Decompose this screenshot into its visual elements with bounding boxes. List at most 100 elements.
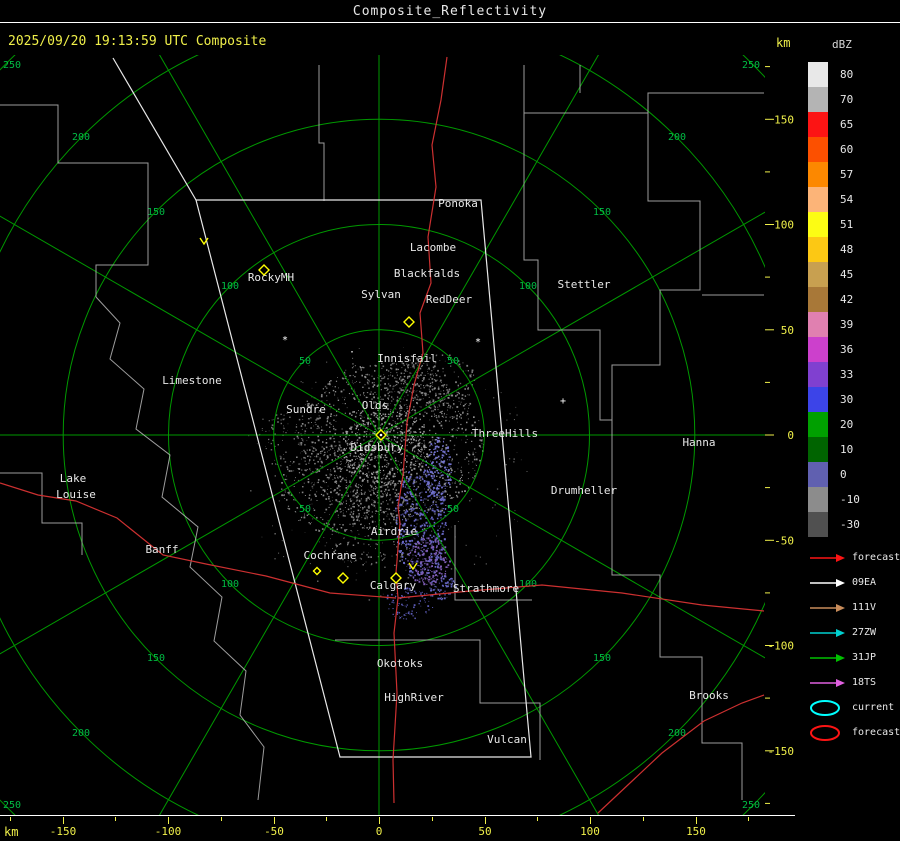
dbz-band-label: 48 (840, 243, 854, 256)
city-label-sundre: Sundre (286, 403, 326, 416)
svg-text:50: 50 (299, 356, 311, 367)
dbz-band-row: -30 (808, 512, 860, 537)
radar-map-area[interactable]: 50 50 50 50 100 100 100 100 150 150 150 150 200 200 20… (0, 55, 800, 815)
dbz-band-swatch (808, 87, 828, 112)
dbz-band-swatch (808, 262, 828, 287)
dbz-band-swatch (808, 312, 828, 337)
svg-text:-100: -100 (768, 640, 795, 653)
bottom-axis-label: -150 (49, 825, 77, 838)
dbz-band-row: 20 (808, 412, 860, 437)
dbz-band-label: 54 (840, 193, 854, 206)
svg-text:250: 250 (3, 60, 21, 71)
dbz-band-label: 45 (840, 268, 854, 281)
dbz-band-swatch (808, 512, 828, 537)
dbz-band-row: 39 (808, 312, 860, 337)
vector-legend-label: 18TS (852, 677, 877, 688)
city-label-rockymh: RockyMH (248, 271, 294, 284)
title-bar: Composite_Reflectivity (0, 0, 900, 23)
vector-legend-label: 27ZW (852, 627, 877, 638)
svg-text:250: 250 (3, 800, 21, 811)
svg-text:50: 50 (447, 504, 459, 515)
dbz-band-row: 0 (808, 462, 860, 487)
svg-text:·: · (349, 347, 355, 358)
dbz-band-label: 33 (840, 368, 854, 381)
city-label-lake: Lake (60, 472, 87, 485)
dbz-band-row: 60 (808, 137, 860, 162)
radar-map[interactable]: 50 50 50 50 100 100 100 100 150 150 150 150 200 200 20… (0, 55, 800, 815)
dbz-band-label: 10 (840, 443, 854, 456)
dbz-band-swatch (808, 287, 828, 312)
city-label-strathmore: Strathmore (453, 582, 519, 595)
dbz-band-swatch (808, 337, 828, 362)
legend-title: dBZ (832, 38, 852, 51)
city-label-airdrie: Airdrie (371, 525, 417, 538)
vector-arrow-icon (810, 578, 845, 587)
svg-text:150: 150 (147, 653, 165, 664)
dbz-band-row: 30 (808, 387, 860, 412)
bottom-axis-tick (537, 817, 538, 821)
bottom-axis-label: 100 (580, 825, 600, 838)
dbz-band-row: 51 (808, 212, 860, 237)
vector-legend-row: forecast (808, 545, 900, 570)
svg-text:200: 200 (668, 132, 686, 143)
svg-text:100: 100 (519, 281, 537, 292)
bottom-axis-label: -100 (154, 825, 182, 838)
dbz-band-swatch (808, 62, 828, 87)
svg-text:50: 50 (781, 324, 794, 337)
dbz-band-label: 42 (840, 293, 854, 306)
dbz-band-row: 57 (808, 162, 860, 187)
vector-arrow-icon (810, 678, 845, 687)
city-label-innisfail: Innisfail (377, 352, 437, 365)
svg-text:150: 150 (593, 653, 611, 664)
dbz-band-label: 80 (840, 68, 854, 81)
svg-text:100: 100 (519, 579, 537, 590)
svg-text:*: * (282, 335, 288, 346)
svg-text:250: 250 (742, 800, 760, 811)
svg-text:150: 150 (593, 207, 611, 218)
ellipse-legend-row: forecast (808, 720, 900, 745)
svg-text:100: 100 (774, 219, 794, 232)
svg-text:200: 200 (72, 728, 90, 739)
dbz-band-row: 65 (808, 112, 860, 137)
bottom-axis-tick (168, 817, 169, 824)
bottom-axis-tick (326, 817, 327, 821)
city-label-vulcan: Vulcan (487, 733, 527, 746)
dbz-band-swatch (808, 237, 828, 262)
dbz-band-row: 54 (808, 187, 860, 212)
bottom-axis-unit-label: km (4, 825, 19, 839)
dbz-band-label: 0 (840, 468, 847, 481)
ellipse-icon (810, 699, 840, 716)
bottom-axis-tick (590, 817, 591, 824)
city-label-stettler: Stettler (558, 278, 611, 291)
vector-arrow-icon (810, 553, 845, 562)
svg-text:+: + (560, 396, 566, 407)
bottom-axis-tick (643, 817, 644, 821)
bottom-axis-tick (274, 817, 275, 824)
vector-legend: forecast 09EA 111V 27ZW 31JP 18TS current forec… (808, 545, 900, 745)
dbz-band-swatch (808, 162, 828, 187)
dbz-band-row: 36 (808, 337, 860, 362)
timestamp-label: 2025/09/20 19:13:59 UTC Composite (8, 34, 267, 49)
vector-legend-label: 31JP (852, 652, 877, 663)
dbz-band-row: 48 (808, 237, 860, 262)
city-label-didsbury: Didsbury (351, 441, 404, 454)
dbz-band-swatch (808, 137, 828, 162)
svg-text:0: 0 (787, 429, 794, 442)
dbz-band-label: 51 (840, 218, 854, 231)
vector-legend-row: 111V (808, 595, 900, 620)
dbz-band-row: 42 (808, 287, 860, 312)
dbz-band-label: 30 (840, 393, 854, 406)
svg-text:100: 100 (221, 281, 239, 292)
city-label-ponoka: Ponoka (438, 197, 478, 210)
vector-arrow-icon (810, 603, 845, 612)
bottom-axis-tick (221, 817, 222, 821)
dbz-band-label: -30 (840, 518, 860, 531)
dbz-band-label: -10 (840, 493, 860, 506)
city-label-threehills: ThreeHills (472, 427, 538, 440)
svg-text:50: 50 (299, 504, 311, 515)
bottom-axis-label: 50 (478, 825, 492, 838)
dbz-band-row: 33 (808, 362, 860, 387)
vector-legend-row: 18TS (808, 670, 900, 695)
dbz-band-row: 70 (808, 87, 860, 112)
dbz-band-row: 10 (808, 437, 860, 462)
